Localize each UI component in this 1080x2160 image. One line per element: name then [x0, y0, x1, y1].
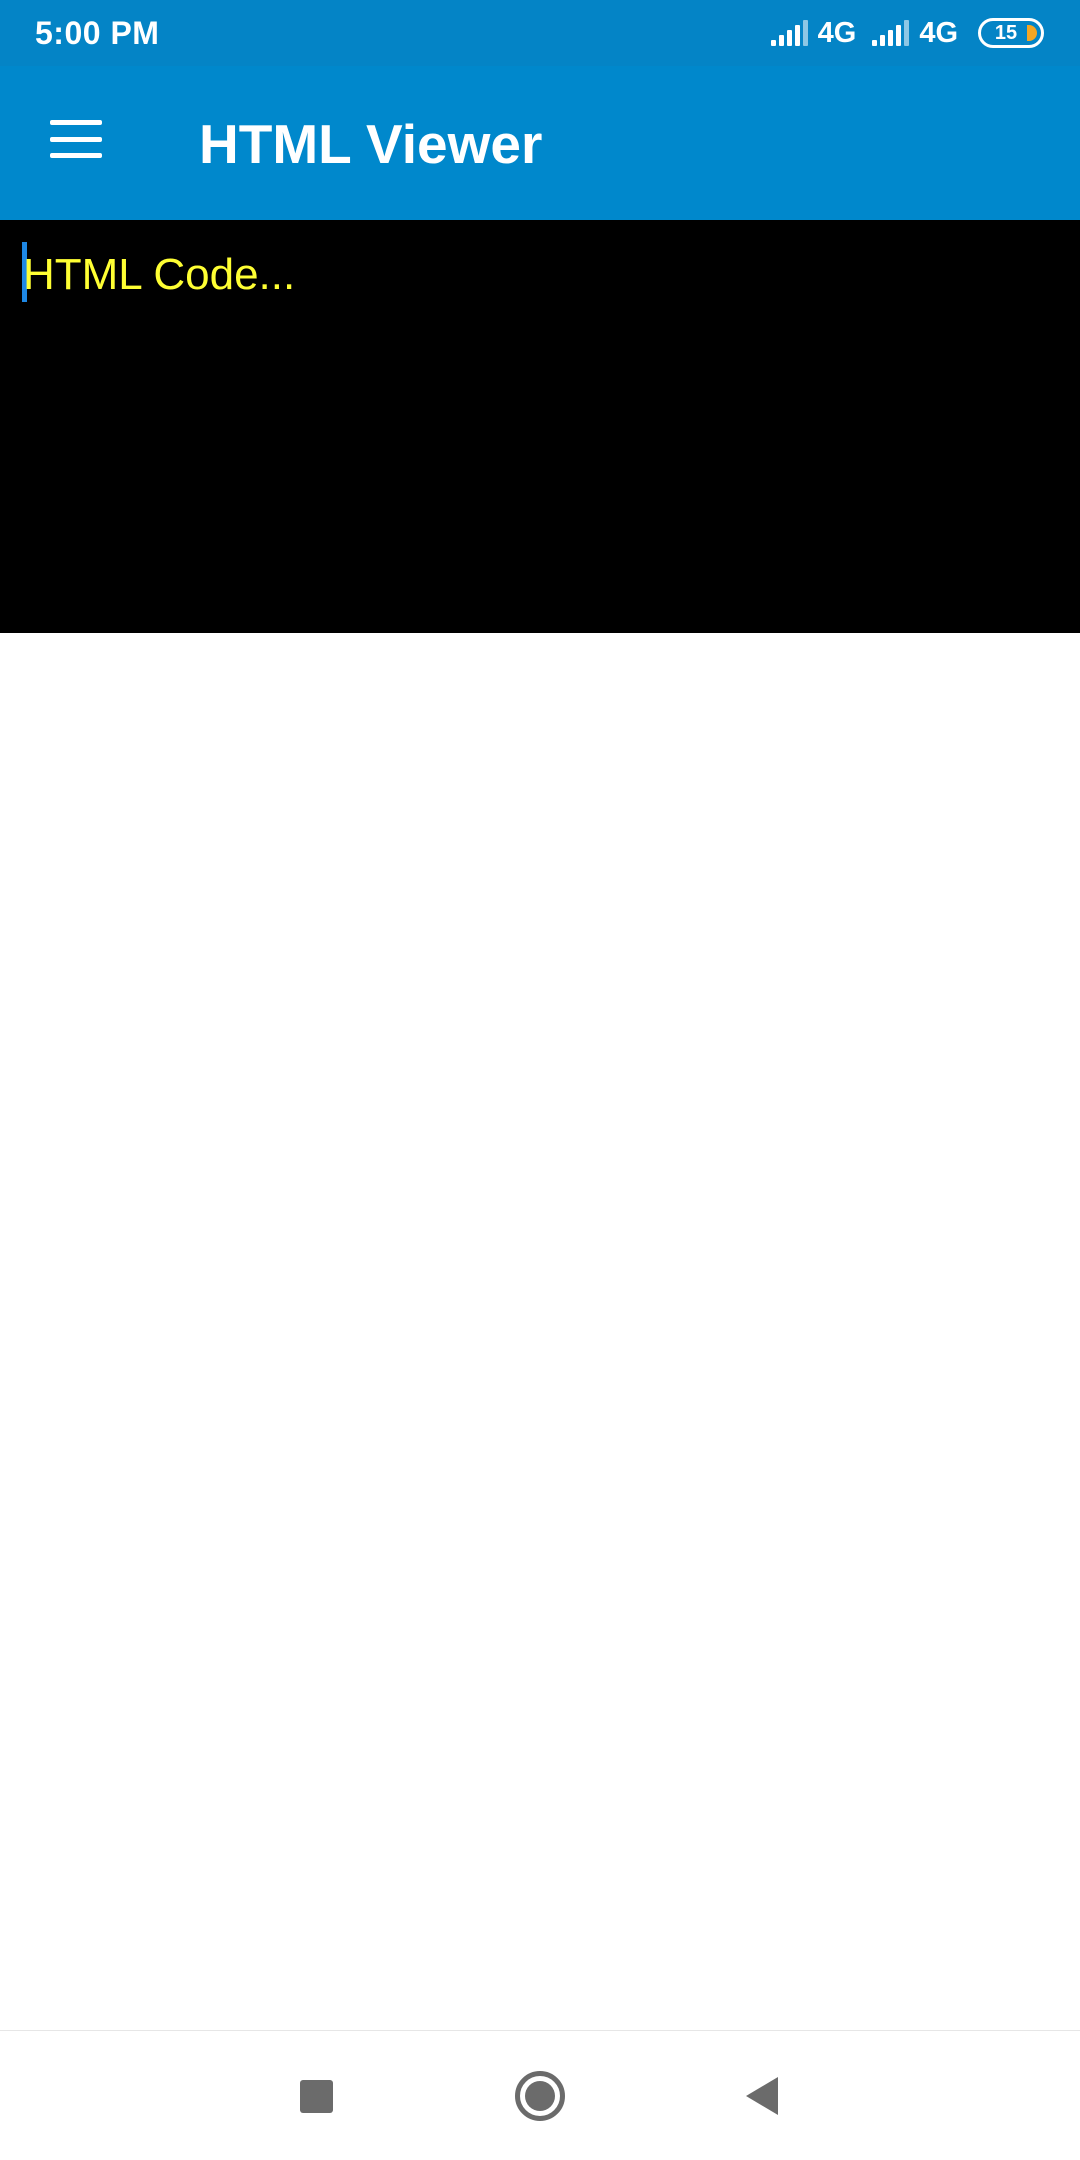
back-button[interactable] — [712, 2046, 812, 2146]
battery-icon: 15 — [978, 18, 1044, 48]
status-icons: 4G 4G 15 — [770, 16, 1044, 50]
home-button[interactable] — [490, 2046, 590, 2146]
network-type-2: 4G — [919, 16, 958, 49]
status-time: 5:00 PM — [35, 14, 160, 51]
html-preview-area — [0, 633, 1080, 2030]
recents-icon — [299, 2079, 333, 2113]
signal-icon — [872, 20, 910, 46]
signal-icon — [770, 20, 808, 46]
menu-button[interactable] — [0, 66, 154, 220]
battery-level: 15 — [994, 21, 1018, 44]
battery-fill — [1027, 25, 1037, 41]
navigation-bar — [0, 2030, 1080, 2160]
home-icon — [515, 2071, 565, 2121]
status-bar: 5:00 PM 4G 4G 15 — [0, 0, 1080, 66]
app-bar: HTML Viewer — [0, 66, 1080, 220]
recents-button[interactable] — [266, 2046, 366, 2146]
network-type-1: 4G — [817, 16, 857, 49]
app-title: HTML Viewer — [199, 113, 543, 175]
html-code-placeholder: HTML Code... — [23, 250, 296, 299]
back-icon — [746, 2077, 778, 2115]
html-code-input[interactable]: HTML Code... — [0, 220, 1080, 633]
menu-icon — [50, 120, 102, 158]
